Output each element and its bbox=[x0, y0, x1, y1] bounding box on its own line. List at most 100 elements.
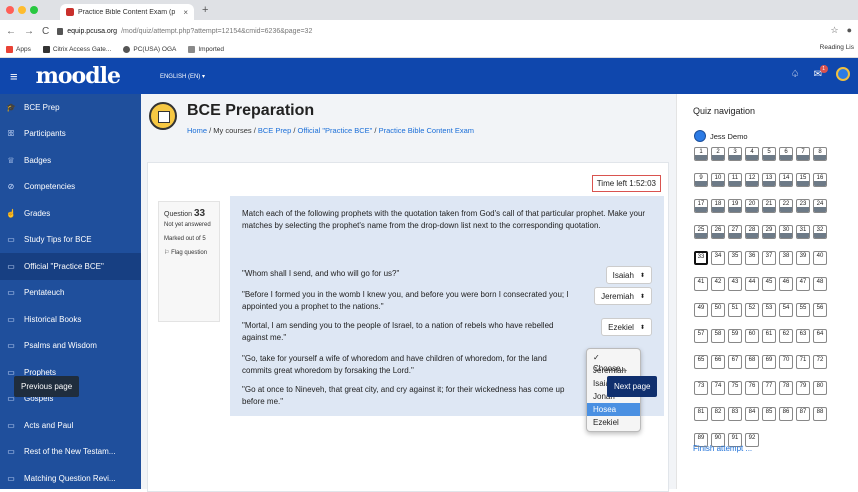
quiz-nav-button[interactable]: 38 bbox=[779, 251, 793, 265]
quiz-nav-button[interactable]: 57 bbox=[694, 329, 708, 343]
quiz-nav-button[interactable]: 24 bbox=[813, 199, 827, 213]
quiz-nav-button[interactable]: 41 bbox=[694, 277, 708, 291]
quiz-nav-button[interactable]: 17 bbox=[694, 199, 708, 213]
quiz-nav-button[interactable]: 82 bbox=[711, 407, 725, 421]
minimize-window-icon[interactable] bbox=[18, 6, 26, 14]
sidebar-item[interactable]: ▭ Historical Books bbox=[0, 306, 141, 333]
quiz-nav-button[interactable]: 9 bbox=[694, 173, 708, 187]
maximize-window-icon[interactable] bbox=[30, 6, 38, 14]
quiz-nav-button[interactable]: 10 bbox=[711, 173, 725, 187]
user-avatar[interactable] bbox=[836, 67, 850, 81]
quiz-nav-button[interactable]: 7 bbox=[796, 147, 810, 161]
quiz-nav-button[interactable]: 46 bbox=[779, 277, 793, 291]
quiz-nav-button[interactable]: 4 bbox=[745, 147, 759, 161]
chat-icon[interactable]: ✉ 1 bbox=[814, 64, 828, 80]
quiz-nav-button[interactable]: 86 bbox=[779, 407, 793, 421]
quiz-nav-button[interactable]: 54 bbox=[779, 303, 793, 317]
quiz-nav-button[interactable]: 31 bbox=[796, 225, 810, 239]
quiz-nav-button[interactable]: 61 bbox=[762, 329, 776, 343]
quiz-nav-button[interactable]: 83 bbox=[728, 407, 742, 421]
quiz-nav-button[interactable]: 85 bbox=[762, 407, 776, 421]
prophet-select[interactable]: Jeremiah ⬍ bbox=[594, 287, 652, 305]
quiz-nav-button[interactable]: 47 bbox=[796, 277, 810, 291]
moodle-logo[interactable]: moodle bbox=[36, 63, 121, 89]
quiz-nav-button[interactable]: 21 bbox=[762, 199, 776, 213]
quiz-nav-button[interactable]: 26 bbox=[711, 225, 725, 239]
quiz-nav-button[interactable]: 68 bbox=[745, 355, 759, 369]
quiz-nav-button[interactable]: 42 bbox=[711, 277, 725, 291]
quiz-nav-button[interactable]: 27 bbox=[728, 225, 742, 239]
quiz-nav-button[interactable]: 32 bbox=[813, 225, 827, 239]
breadcrumb-bce-prep[interactable]: BCE Prep bbox=[258, 126, 291, 135]
bookmark-citrix[interactable]: Citrix Access Gate... bbox=[42, 46, 111, 53]
bookmark-apps[interactable]: Apps bbox=[6, 46, 31, 53]
browser-tab[interactable]: Practice Bible Content Exam (p × bbox=[60, 4, 194, 20]
sidebar-item[interactable]: ꕥ Participants bbox=[0, 121, 141, 148]
quiz-nav-button[interactable]: 51 bbox=[728, 303, 742, 317]
quiz-nav-button[interactable]: 49 bbox=[694, 303, 708, 317]
finish-attempt-link[interactable]: Finish attempt ... bbox=[693, 444, 752, 453]
quiz-nav-button[interactable]: 69 bbox=[762, 355, 776, 369]
reload-button[interactable]: C bbox=[42, 26, 49, 37]
close-window-icon[interactable] bbox=[6, 6, 14, 14]
dropdown-option[interactable]: ✓ Choose... bbox=[587, 351, 640, 373]
quiz-nav-button[interactable]: 72 bbox=[813, 355, 827, 369]
quiz-nav-button[interactable]: 1 bbox=[694, 147, 708, 161]
quiz-nav-button[interactable]: 55 bbox=[796, 303, 810, 317]
sidebar-item[interactable]: ⊘ Competencies bbox=[0, 174, 141, 201]
sidebar-item[interactable]: ▭ Matching Question Revi... bbox=[0, 465, 141, 492]
breadcrumb-official-practice[interactable]: Official "Practice BCE" bbox=[298, 126, 373, 135]
language-menu[interactable]: ENGLISH (EN) ▾ bbox=[160, 73, 205, 80]
quiz-nav-button[interactable]: 79 bbox=[796, 381, 810, 395]
quiz-nav-button[interactable]: 65 bbox=[694, 355, 708, 369]
quiz-nav-button[interactable]: 64 bbox=[813, 329, 827, 343]
breadcrumb-exam[interactable]: Practice Bible Content Exam bbox=[379, 126, 474, 135]
sidebar-item[interactable]: ▭ Rest of the New Testam... bbox=[0, 439, 141, 466]
quiz-nav-button[interactable]: 33 bbox=[694, 251, 708, 265]
quiz-nav-button[interactable]: 80 bbox=[813, 381, 827, 395]
back-button[interactable]: ← bbox=[6, 26, 16, 37]
quiz-nav-button[interactable]: 6 bbox=[779, 147, 793, 161]
quiz-nav-button[interactable]: 35 bbox=[728, 251, 742, 265]
sidebar-item[interactable]: ▭ Study Tips for BCE bbox=[0, 227, 141, 254]
quiz-nav-button[interactable]: 15 bbox=[796, 173, 810, 187]
quiz-nav-button[interactable]: 73 bbox=[694, 381, 708, 395]
dropdown-option[interactable]: Ezekiel bbox=[587, 416, 640, 429]
quiz-nav-button[interactable]: 29 bbox=[762, 225, 776, 239]
next-page-button[interactable]: Next page bbox=[607, 376, 658, 397]
quiz-nav-button[interactable]: 20 bbox=[745, 199, 759, 213]
bookmark-imported[interactable]: Imported bbox=[188, 46, 224, 53]
quiz-nav-button[interactable]: 45 bbox=[762, 277, 776, 291]
quiz-nav-button[interactable]: 37 bbox=[762, 251, 776, 265]
quiz-nav-button[interactable]: 18 bbox=[711, 199, 725, 213]
bookmark-star-icon[interactable]: ☆ bbox=[830, 25, 838, 36]
hamburger-menu-icon[interactable]: ≡ bbox=[10, 69, 18, 84]
quiz-nav-button[interactable]: 75 bbox=[728, 381, 742, 395]
bell-icon[interactable]: ♤ bbox=[791, 69, 800, 80]
quiz-nav-button[interactable]: 74 bbox=[711, 381, 725, 395]
quiz-nav-button[interactable]: 8 bbox=[813, 147, 827, 161]
quiz-nav-button[interactable]: 84 bbox=[745, 407, 759, 421]
quiz-nav-button[interactable]: 40 bbox=[813, 251, 827, 265]
quiz-nav-button[interactable]: 62 bbox=[779, 329, 793, 343]
sidebar-item[interactable]: ☝ Grades bbox=[0, 200, 141, 227]
profile-icon[interactable]: ● bbox=[847, 25, 852, 36]
quiz-nav-button[interactable]: 3 bbox=[728, 147, 742, 161]
quiz-nav-button[interactable]: 77 bbox=[762, 381, 776, 395]
quiz-nav-button[interactable]: 81 bbox=[694, 407, 708, 421]
quiz-nav-button[interactable]: 2 bbox=[711, 147, 725, 161]
dropdown-option[interactable]: Hosea bbox=[587, 403, 640, 416]
quiz-nav-button[interactable]: 23 bbox=[796, 199, 810, 213]
quiz-nav-button[interactable]: 48 bbox=[813, 277, 827, 291]
quiz-nav-button[interactable]: 39 bbox=[796, 251, 810, 265]
quiz-nav-button[interactable]: 56 bbox=[813, 303, 827, 317]
quiz-nav-button[interactable]: 88 bbox=[813, 407, 827, 421]
bookmark-pcusa[interactable]: PC(USA) OGA bbox=[123, 46, 176, 53]
prophet-select[interactable]: Isaiah ⬍ bbox=[605, 266, 652, 284]
quiz-nav-button[interactable]: 87 bbox=[796, 407, 810, 421]
breadcrumb-home[interactable]: Home bbox=[187, 126, 207, 135]
sidebar-item[interactable]: ▭ Acts and Paul bbox=[0, 412, 141, 439]
quiz-nav-button[interactable]: 67 bbox=[728, 355, 742, 369]
quiz-nav-button[interactable]: 63 bbox=[796, 329, 810, 343]
quiz-nav-button[interactable]: 13 bbox=[762, 173, 776, 187]
